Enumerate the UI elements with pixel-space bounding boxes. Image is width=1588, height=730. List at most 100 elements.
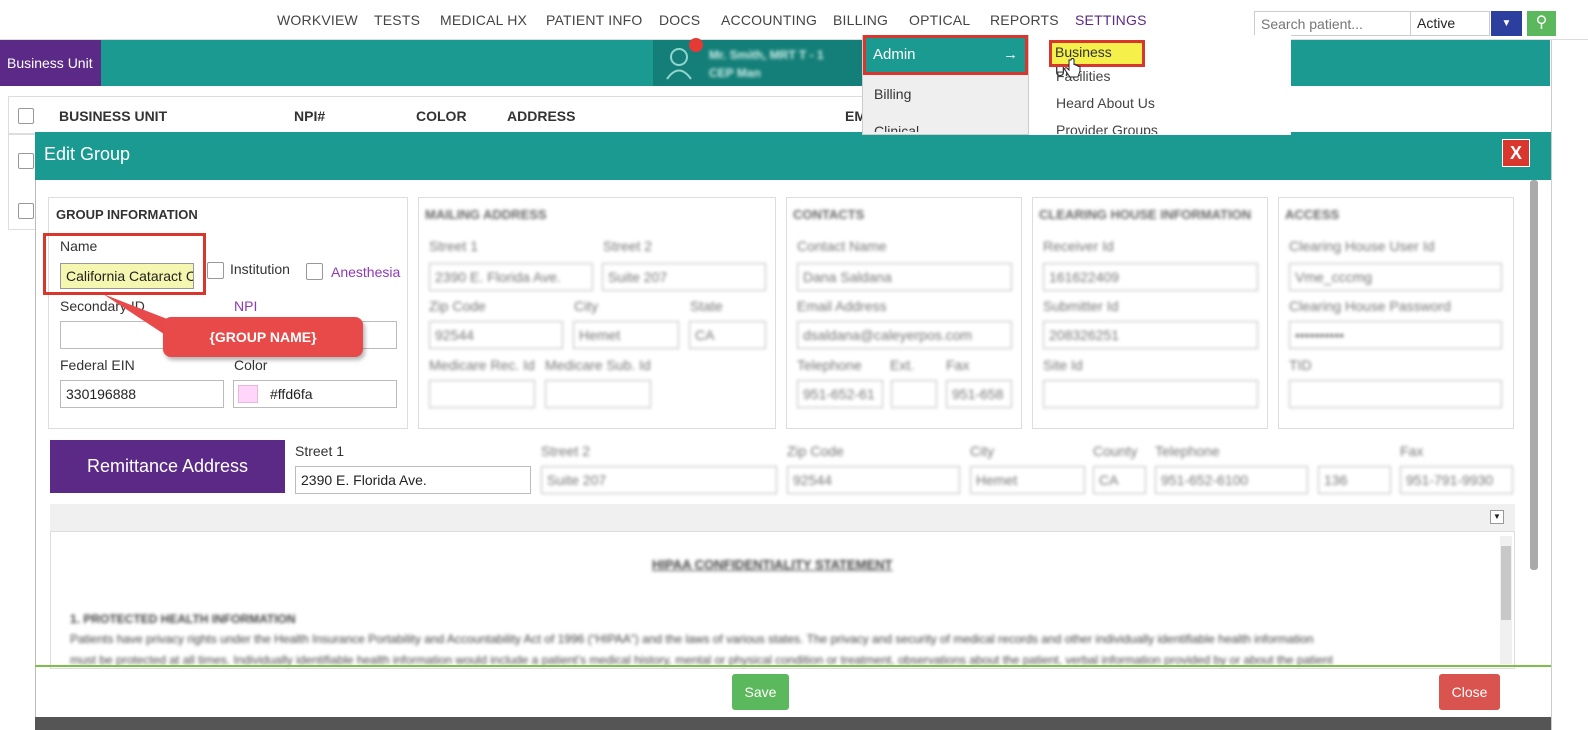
nav-optical[interactable]: OPTICAL xyxy=(909,12,970,28)
bottom-bar xyxy=(35,717,1551,730)
medicare-sub-label: Medicare Sub. Id xyxy=(545,357,651,373)
nav-patient-info[interactable]: PATIENT INFO xyxy=(546,12,643,28)
nav-medical-hx[interactable]: MEDICAL HX xyxy=(440,12,527,28)
submenu-provider-groups-label: Provider Groups xyxy=(1056,122,1158,134)
ch-user-input[interactable]: Vme_cccmg xyxy=(1289,263,1502,291)
remit-city-input[interactable]: Hemet xyxy=(970,466,1085,494)
telephone-label: Telephone xyxy=(797,357,862,373)
hand-cursor-icon xyxy=(1064,58,1081,78)
col-business-unit[interactable]: BUSINESS UNIT xyxy=(59,108,167,124)
nav-reports[interactable]: REPORTS xyxy=(990,12,1059,28)
ext-label: Ext. xyxy=(890,357,915,373)
receiver-id-input[interactable]: 161622409 xyxy=(1043,263,1258,291)
nav-billing[interactable]: BILLING xyxy=(833,12,888,28)
ch-user-label: Clearing House User Id xyxy=(1289,238,1435,254)
remit-zip-input[interactable]: 92544 xyxy=(787,466,960,494)
site-id-input[interactable] xyxy=(1043,380,1258,408)
doc-scroll-thumb[interactable] xyxy=(1501,546,1511,620)
group-information-title: GROUP INFORMATION xyxy=(56,207,198,222)
menu-item-admin-label: Admin xyxy=(873,46,916,63)
chevron-down-icon[interactable]: ▼ xyxy=(1491,11,1522,36)
email-label: Email Address xyxy=(797,298,887,314)
remit-telephone-input[interactable]: 951-652-6100 xyxy=(1155,466,1308,494)
status-select[interactable]: Active xyxy=(1410,11,1490,36)
medicare-rec-input[interactable] xyxy=(429,380,535,408)
business-unit-table-header: BUSINESS UNIT NPI# COLOR ADDRESS EM xyxy=(8,96,868,134)
submenu-heard-about-us[interactable]: Heard About Us xyxy=(1056,95,1155,111)
col-npi[interactable]: NPI# xyxy=(294,108,325,124)
save-button[interactable]: Save xyxy=(732,674,789,710)
institution-checkbox[interactable] xyxy=(207,262,224,279)
menu-item-admin[interactable]: Admin → xyxy=(863,35,1028,75)
select-all-checkbox[interactable] xyxy=(18,108,34,124)
anesthesia-checkbox[interactable] xyxy=(306,263,323,280)
tid-input[interactable] xyxy=(1289,380,1502,408)
remit-fax-input[interactable]: 951-791-9930 xyxy=(1400,466,1513,494)
menu-item-billing[interactable]: Billing xyxy=(874,86,911,102)
alert-dot-icon xyxy=(689,38,703,52)
contact-name-input[interactable]: Dana Saldana xyxy=(797,263,1012,291)
color-label: Color xyxy=(234,357,268,373)
telephone-input[interactable]: 951-652-61 xyxy=(797,380,883,408)
mail-street1-label: Street 1 xyxy=(429,238,479,254)
nav-tests[interactable]: TESTS xyxy=(374,12,420,28)
mail-state-input[interactable]: CA xyxy=(689,321,766,349)
col-address[interactable]: ADDRESS xyxy=(507,108,575,124)
page-tab-business-unit[interactable]: Business Unit xyxy=(0,40,101,86)
patient-search-input[interactable] xyxy=(1254,11,1411,36)
window-edge xyxy=(1551,40,1588,730)
mail-city-label: City xyxy=(574,298,599,314)
federal-ein-input[interactable]: 330196888 xyxy=(60,380,224,408)
submitter-id-input[interactable]: 208326251 xyxy=(1043,321,1258,349)
color-swatch[interactable] xyxy=(238,385,258,403)
ext-input[interactable] xyxy=(891,380,937,408)
ch-password-input[interactable]: •••••••••• xyxy=(1289,321,1502,349)
mailing-address-title: MAILING ADDRESS xyxy=(425,207,547,222)
footer-divider xyxy=(35,665,1551,667)
anesthesia-label: Anesthesia xyxy=(331,264,401,280)
group-name-input[interactable]: California Cataract Consultants xyxy=(60,263,194,289)
site-id-label: Site Id xyxy=(1043,357,1083,373)
search-icon[interactable]: ⚲ xyxy=(1527,11,1556,36)
medicare-sub-input[interactable] xyxy=(545,380,651,408)
mail-zip-input[interactable]: 92544 xyxy=(429,321,563,349)
contacts-title: CONTACTS xyxy=(793,207,865,222)
submenu-provider-groups[interactable]: Provider Groups xyxy=(1056,122,1158,134)
row-checkbox[interactable] xyxy=(18,203,34,219)
mail-street2-input[interactable]: Suite 207 xyxy=(602,263,766,291)
menu-item-clinical[interactable]: Clinical xyxy=(874,124,919,132)
ch-password-label: Clearing House Password xyxy=(1289,298,1451,314)
row-checkbox[interactable] xyxy=(18,153,34,169)
modal-scrollbar[interactable] xyxy=(1530,180,1538,570)
submitter-id-label: Submitter Id xyxy=(1043,298,1119,314)
document-heading: HIPAA CONFIDENTIALITY STATEMENT xyxy=(652,557,893,572)
remit-ext-input[interactable]: 136 xyxy=(1318,466,1391,494)
document-paragraph-1: Patients have privacy rights under the H… xyxy=(70,632,1314,646)
mail-street1-input[interactable]: 2390 E. Florida Ave. xyxy=(429,263,593,291)
close-button[interactable]: Close xyxy=(1439,674,1500,710)
doc-scrollbar[interactable] xyxy=(1500,536,1512,664)
nav-docs[interactable]: DOCS xyxy=(659,12,700,28)
name-label: Name xyxy=(60,238,98,254)
nav-accounting[interactable]: ACCOUNTING xyxy=(721,12,817,28)
editor-toolbar: ▼ xyxy=(50,504,1515,532)
remit-street2-label: Street 2 xyxy=(541,443,591,459)
remit-zip-label: Zip Code xyxy=(787,443,844,459)
remittance-address-button[interactable]: Remittance Address xyxy=(50,440,285,493)
fax-input[interactable]: 951-658 xyxy=(946,380,1012,408)
nav-workview[interactable]: WORKVIEW xyxy=(277,12,358,28)
document-section-title: 1. PROTECTED HEALTH INFORMATION xyxy=(70,612,296,626)
email-input[interactable]: dsaldana@caleyerpos.com xyxy=(797,321,1012,349)
tid-label: TID xyxy=(1289,357,1312,373)
close-icon[interactable]: X xyxy=(1502,139,1530,167)
remit-county-input[interactable]: CA xyxy=(1093,466,1146,494)
remit-street1-input[interactable]: 2390 E. Florida Ave. xyxy=(295,466,531,494)
col-color[interactable]: COLOR xyxy=(416,108,467,124)
remit-street2-input[interactable]: Suite 207 xyxy=(541,466,777,494)
medicare-rec-label: Medicare Rec. Id xyxy=(429,357,535,373)
npi-label: NPI xyxy=(234,298,258,314)
mail-city-input[interactable]: Hemet xyxy=(573,321,679,349)
patient-name: Mr. Smith, MRT T - 1 xyxy=(709,48,824,62)
patient-badge[interactable]: Mr. Smith, MRT T - 1 CEP Man xyxy=(653,38,863,86)
toolbar-dropdown-icon[interactable]: ▼ xyxy=(1490,510,1504,524)
